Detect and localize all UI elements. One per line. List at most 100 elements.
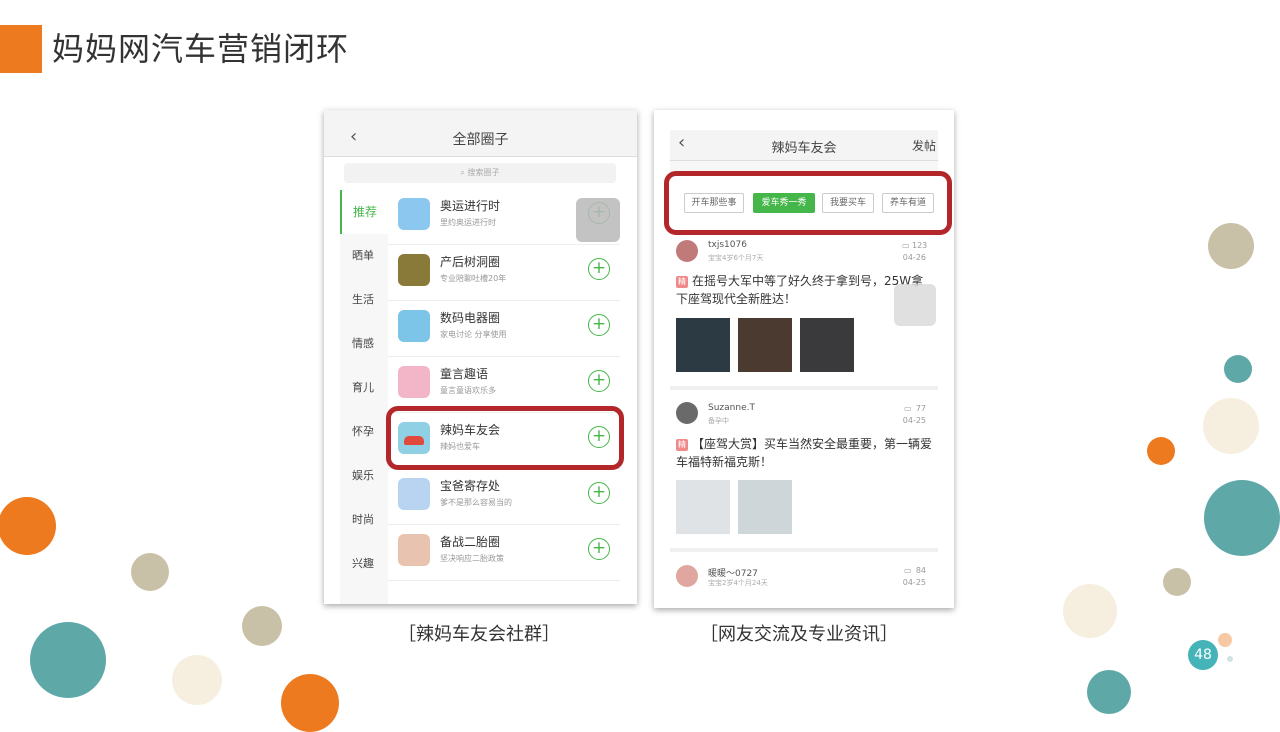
avatar <box>676 565 698 587</box>
circle-name: 数码电器圈 <box>440 311 501 325</box>
post-image[interactable] <box>676 480 730 534</box>
category-item[interactable]: 生活 <box>340 278 386 322</box>
circle-avatar <box>398 534 430 566</box>
post-username: txjs1076 <box>708 240 747 250</box>
post-user-meta: 宝宝2岁4个月24天 <box>708 579 768 587</box>
post-date: 04-26 <box>902 253 926 262</box>
circle-avatar <box>398 478 430 510</box>
join-plus-icon[interactable]: + <box>588 258 610 280</box>
circle-desc: 坚决响应二胎政策 <box>440 554 504 563</box>
decor-dot <box>1204 480 1280 556</box>
left-header: ‹ 全部圈子 <box>324 110 637 157</box>
decor-dot <box>131 553 169 591</box>
post-text[interactable]: 精【座驾大赏】买车当然安全最重要，第一辆爱车福特新福克斯！ <box>676 435 934 471</box>
decor-dot <box>1218 633 1232 647</box>
comment-icon: ▭ <box>902 241 910 250</box>
decor-dot <box>1208 223 1254 269</box>
comment-icon: ▭ <box>904 404 912 413</box>
decor-dot <box>1227 656 1233 662</box>
circle-row[interactable]: 备战二胎圈 坚决响应二胎政策 + <box>388 524 620 581</box>
post-image[interactable] <box>738 480 792 534</box>
left-caption: ［辣妈车友会社群］ <box>398 624 560 645</box>
overlay-square <box>894 284 936 326</box>
right-caption: ［网友交流及专业资讯］ <box>700 624 898 645</box>
category-item[interactable]: 育儿 <box>340 366 386 410</box>
overlay-square <box>576 198 620 242</box>
category-item[interactable]: 兴趣 <box>340 542 386 586</box>
category-item[interactable]: 娱乐 <box>340 454 386 498</box>
post-divider <box>670 548 938 552</box>
circle-row[interactable]: 童言趣语 童言童语欢乐多 + <box>388 356 620 413</box>
highlight-frame <box>664 171 952 235</box>
comment-count: 123 <box>912 241 928 250</box>
circle-name: 童言趣语 <box>440 367 489 381</box>
circle-avatar <box>398 254 430 286</box>
category-item[interactable]: 晒单 <box>340 234 386 278</box>
circle-desc: 家电讨论 分享使用 <box>440 330 507 339</box>
post-image[interactable] <box>800 318 854 372</box>
decor-dot <box>172 655 222 705</box>
decor-dot <box>1163 568 1191 596</box>
circle-row[interactable]: 宝爸寄存处 爹不是那么容易当的 + <box>388 468 620 525</box>
circle-desc: 里约奥运进行时 <box>440 218 496 227</box>
decor-dot <box>0 497 56 555</box>
left-header-title: 全部圈子 <box>452 132 509 148</box>
category-sidebar: 推荐 晒单 生活 情感 育儿 怀孕 娱乐 时尚 兴趣 <box>340 190 388 604</box>
decor-dot <box>30 622 106 698</box>
search-icon: ⌕ <box>460 168 468 177</box>
post-divider <box>670 386 938 390</box>
join-plus-icon[interactable]: + <box>588 314 610 336</box>
join-plus-icon[interactable]: + <box>588 370 610 392</box>
category-item[interactable]: 情感 <box>340 322 386 366</box>
post-date: 04-25 <box>902 416 926 425</box>
circle-name: 产后树洞圈 <box>440 255 501 269</box>
avatar <box>676 402 698 424</box>
comment-count: 84 <box>915 566 926 575</box>
category-item[interactable]: 怀孕 <box>340 410 386 454</box>
circle-row[interactable]: 产后树洞圈 专业陪聊吐槽20年 + <box>388 244 620 301</box>
avatar <box>676 240 698 262</box>
circle-avatar <box>398 366 430 398</box>
join-plus-icon[interactable]: + <box>588 482 610 504</box>
circle-name: 备战二胎圈 <box>440 535 501 549</box>
circle-avatar <box>398 310 430 342</box>
decor-dot <box>242 606 282 646</box>
post-button[interactable]: 发帖 <box>912 137 936 154</box>
circle-row[interactable]: 奥运进行时 里约奥运进行时 + <box>388 188 620 245</box>
right-header: ‹ 辣妈车友会 发帖 <box>670 130 938 161</box>
slide-title: 妈妈网汽车营销闭环 <box>52 30 350 68</box>
decor-dot <box>1147 437 1175 465</box>
highlight-frame <box>386 406 624 470</box>
circle-name: 奥运进行时 <box>440 199 501 213</box>
decor-dot <box>1063 584 1117 638</box>
post-date: 04-25 <box>902 578 926 587</box>
featured-badge: 精 <box>676 276 688 288</box>
decor-dot <box>1087 670 1131 714</box>
category-item[interactable]: 推荐 <box>340 190 388 234</box>
circle-row[interactable]: 数码电器圈 家电讨论 分享使用 + <box>388 300 620 357</box>
decor-dot <box>281 674 339 732</box>
circle-name: 宝爸寄存处 <box>440 479 501 493</box>
featured-badge: 精 <box>676 439 688 451</box>
post-username: Suzanne.T <box>708 403 755 413</box>
decor-dot <box>1224 355 1252 383</box>
right-phone-screenshot: ‹ 辣妈车友会 发帖 开车那些事 爱车秀一秀 我要买车 养车有道 txjs107… <box>654 110 954 608</box>
comment-count: 77 <box>915 404 926 413</box>
search-input[interactable]: ⌕ 搜索圈子 <box>344 163 616 183</box>
right-header-title: 辣妈车友会 <box>771 141 837 156</box>
post-image[interactable] <box>738 318 792 372</box>
post-image[interactable] <box>676 318 730 372</box>
page-number: 48 <box>1188 640 1218 670</box>
circle-desc: 专业陪聊吐槽20年 <box>440 274 507 283</box>
post-user-meta: 宝宝4岁6个月7天 <box>708 254 764 262</box>
post-user-meta: 备孕中 <box>708 417 729 425</box>
circle-desc: 童言童语欢乐多 <box>440 386 496 395</box>
circle-desc: 爹不是那么容易当的 <box>440 498 512 507</box>
title-accent-bar <box>0 25 42 73</box>
category-item[interactable]: 时尚 <box>340 498 386 542</box>
join-plus-icon[interactable]: + <box>588 538 610 560</box>
decor-dot <box>1203 398 1259 454</box>
left-phone-screenshot: ‹ 全部圈子 ⌕ 搜索圈子 推荐 晒单 生活 情感 育儿 怀孕 娱乐 时尚 兴趣… <box>324 110 637 604</box>
circle-avatar <box>398 198 430 230</box>
comment-icon: ▭ <box>904 566 912 575</box>
